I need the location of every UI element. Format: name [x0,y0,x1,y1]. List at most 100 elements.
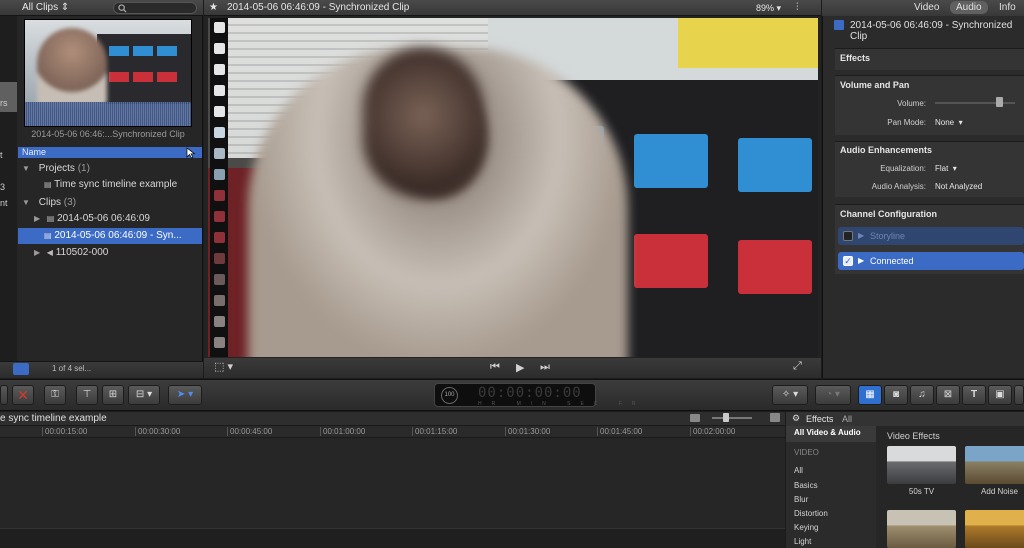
timeline-zoom-slider[interactable] [712,417,752,419]
clip-type-icon [834,20,844,30]
effects-category-all-video-audio[interactable]: All Video & Audio [794,428,861,437]
fullscreen-icon[interactable]: ⤢ [793,360,802,373]
zoom-level-dropdown[interactable]: 89% ▾ [756,3,781,14]
effects-browser-button[interactable]: ▦ [858,385,882,405]
inspector-clip-title: 2014-05-06 06:46:09 - Synchronized Clip [850,20,1013,42]
ruler-tick-label: 00:00:30:00 [135,427,180,436]
sync-filmstrip-strip [210,18,228,357]
retime-button[interactable]: ◔ ▾ [815,385,851,405]
effect-label: Add Noise [981,487,1018,496]
timeline-track[interactable] [0,528,785,548]
ruler-tick-label: 00:00:15:00 [42,427,87,436]
generators-browser-button[interactable]: ▣ [988,385,1012,405]
titles-browser-button[interactable]: T [962,385,986,405]
magic-wand-icon: ✧ ▾ [781,389,799,400]
timecode-units: HR MIN SEC FR [478,401,646,407]
pan-mode-label: Pan Mode: [887,118,926,127]
effect-thumbnail[interactable] [965,510,1024,548]
equalization-value: Flat [935,164,949,173]
list-item-project[interactable]: ▤ Time sync timeline example [18,177,202,193]
column-header-name[interactable]: Name [18,147,202,158]
mouse-cursor-icon [186,147,196,159]
projects-label: Projects [38,163,75,174]
effects-category-item[interactable]: Basics [794,481,818,490]
tab-info[interactable]: Info [999,2,1016,13]
effects-category-item[interactable]: Keying [794,523,818,532]
channel-storyline-row[interactable]: ▶ Storyline [838,227,1024,245]
clip-filmstrip-thumbnail[interactable] [24,19,192,127]
effect-thumbnail-add-noise[interactable] [965,446,1024,484]
switch-icon[interactable]: ⫶ [796,2,799,13]
ruler-tick-label: 00:01:45:00 [597,427,642,436]
effects-filter-all[interactable]: All [842,414,852,424]
timeline-switch-icon[interactable] [770,413,780,422]
clips-label: Clips [38,197,62,208]
pan-mode-dropdown[interactable]: None ▾ [935,118,963,127]
tab-audio[interactable]: Audio [950,1,988,14]
volume-slider-handle[interactable] [996,97,1003,107]
keyword-button[interactable]: ⚿ [44,385,66,405]
sidebar-text-fragment: 3 [0,182,6,192]
channel-connected-label: Connected [870,256,914,266]
effect-thumbnail-50s-tv[interactable] [887,446,956,484]
volume-slider[interactable] [935,102,1015,104]
enhance-button[interactable]: ✧ ▾ [772,385,808,405]
next-edit-button[interactable]: ⏭ [540,361,550,374]
list-item-projects-folder[interactable]: ▼ Projects (1) [18,161,202,177]
effects-section-label: VIDEO [794,448,819,457]
photo-browser-button[interactable]: ◙ [884,385,908,405]
projects-count: (1) [77,163,90,174]
music-browser-button[interactable]: ♫ [910,385,934,405]
list-item-audio-clip[interactable]: ▶ ◀ 110502-000 [18,245,202,261]
transitions-browser-button[interactable]: ⊠ [936,385,960,405]
list-item-clips-folder[interactable]: ▼ Clips (3) [18,195,202,211]
select-tool-button[interactable]: ➤ ▾ [168,385,202,405]
connect-clip-button[interactable]: ⊤ [76,385,98,405]
audio-waveform [25,102,191,126]
effects-category-item[interactable]: All [794,466,803,475]
ruler-tick-label: 00:02:00:00 [690,427,735,436]
sidebar-text-fragment: nt [0,198,8,208]
effects-panel-title: Video Effects [887,431,940,441]
previous-edit-button[interactable]: ⏮ [490,361,500,374]
equalization-dropdown[interactable]: Flat ▾ [935,164,957,173]
ruler-tick-label: 00:01:15:00 [412,427,457,436]
effect-label: 50s TV [908,487,935,496]
thumbnail-label: 2014-05-06 06:46:...Synchronized Clip [31,129,185,139]
checkbox[interactable] [843,231,853,241]
disclosure-triangle-closed-icon: ▶ [34,248,41,257]
close-icon: ✕ [17,387,29,403]
effect-thumbnail[interactable] [887,510,956,548]
list-item-clip[interactable]: ▶ ▤ 2014-05-06 06:46:09 [18,211,202,227]
list-item-clip-selected[interactable]: ▤ 2014-05-06 06:46:09 - Syn... [18,228,202,244]
play-button[interactable]: ▶ [516,361,524,374]
tab-video[interactable]: Video [914,2,939,13]
timeline-ruler[interactable] [0,426,785,438]
reject-button[interactable]: ✕ [12,385,34,405]
clip-appearance-icon[interactable] [690,414,700,422]
browser-search-field[interactable] [113,2,197,14]
pan-mode-value: None [935,118,955,127]
viewer-display-options-icon[interactable]: ⬚ ▾ [214,360,233,373]
generator-icon: ▣ [995,389,1005,400]
clip-filter-dropdown[interactable]: All Clips ⇕ [22,2,69,13]
checkbox-checked[interactable]: ✓ [843,256,853,266]
effects-category-item[interactable]: Light [794,537,811,546]
arrow-cursor-icon: ➤ ▾ [176,389,194,400]
background-task-progress[interactable]: 100 [441,387,458,404]
timeline-zoom-handle[interactable] [723,413,729,422]
audio-enhancements-header: Audio Enhancements [840,145,933,155]
ruler-tick-label: 00:01:30:00 [505,427,550,436]
themes-browser-button[interactable] [1014,385,1024,405]
effects-category-item[interactable]: Blur [794,495,808,504]
list-view-button[interactable] [13,363,29,375]
ruler-tick-label: 00:01:00:00 [320,427,365,436]
key-icon: ⚿ [51,389,59,400]
insert-clip-button[interactable]: ⊞ [102,385,124,405]
gear-icon[interactable]: ⚙ [792,413,800,424]
channel-connected-row[interactable]: ✓ ▶ Connected [838,252,1024,270]
append-clip-button[interactable]: ⊟ ▾ [128,385,160,405]
toolbar-button[interactable] [0,385,8,405]
effects-category-item[interactable]: Distortion [794,509,828,518]
channel-storyline-label: Storyline [870,231,906,241]
